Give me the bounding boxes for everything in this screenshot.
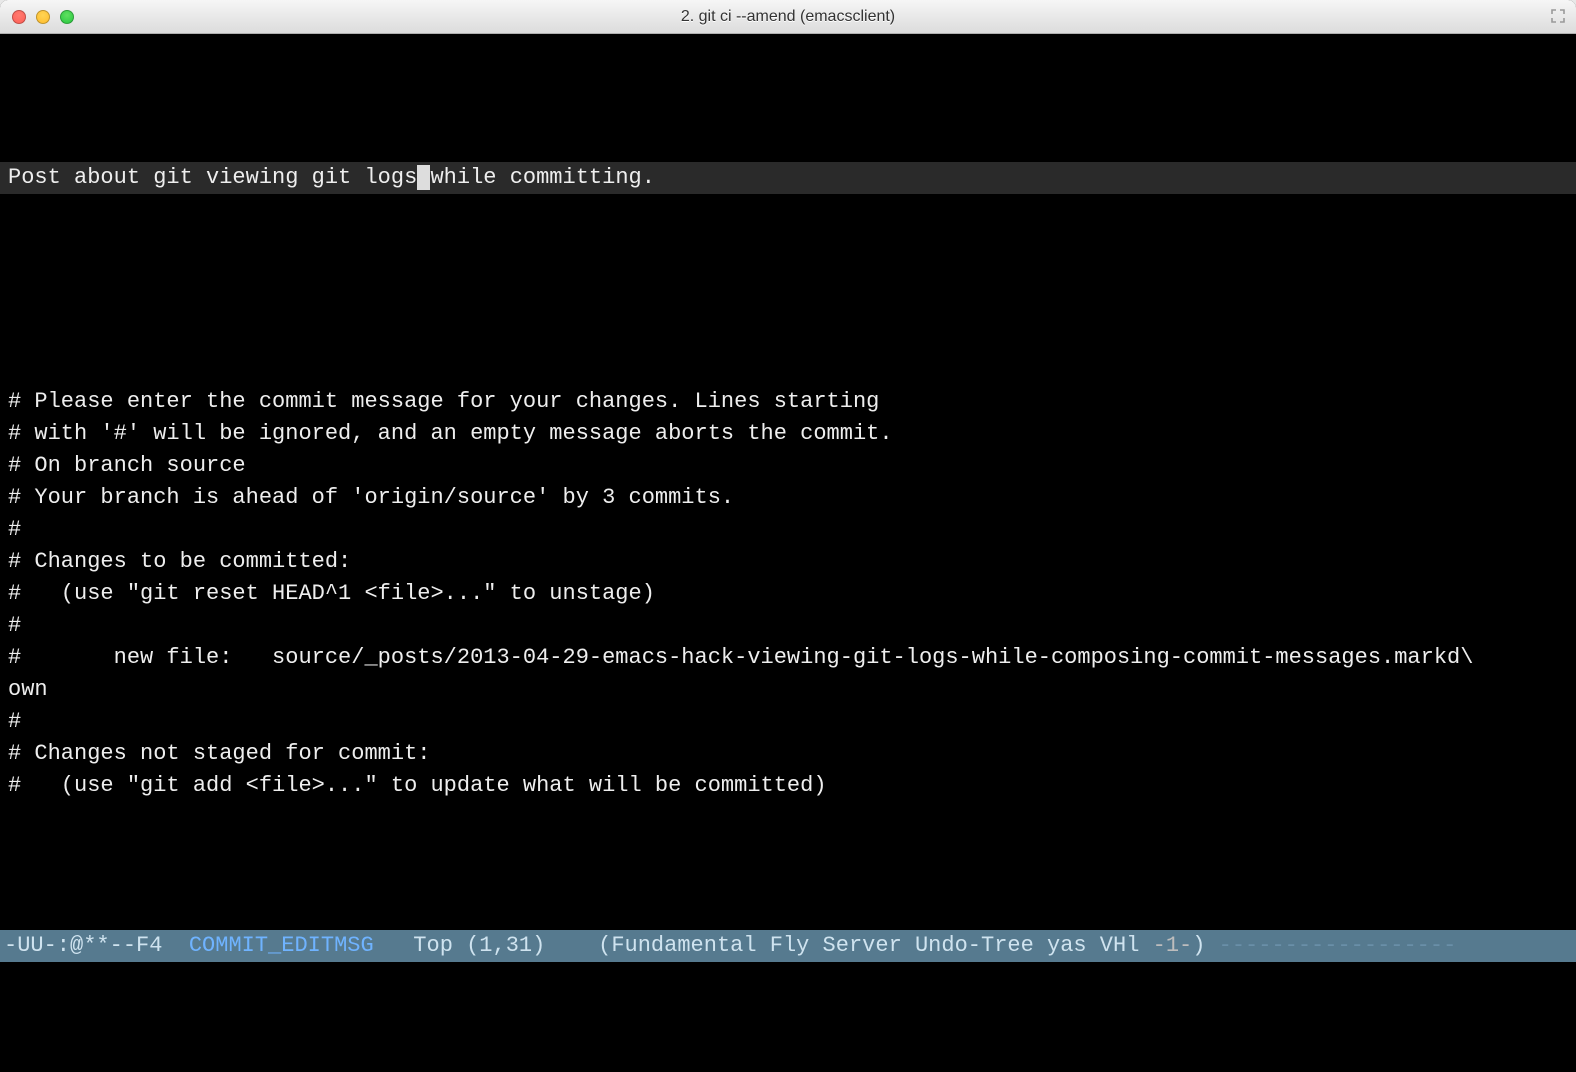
comment-line[interactable]: # xyxy=(0,706,1576,738)
modeline-info: Top (1,31) (Fundamental Fly Server Undo-… xyxy=(374,933,1153,958)
blank-line[interactable] xyxy=(0,258,1576,290)
terminal-area[interactable]: Post about git viewing git logs while co… xyxy=(0,34,1576,1072)
modeline-frame-number: -1- xyxy=(1153,933,1193,958)
comment-line[interactable]: # On branch source xyxy=(0,450,1576,482)
modeline-status: -UU-:@**--F4 xyxy=(4,933,189,958)
window-controls xyxy=(12,10,74,24)
comment-line[interactable]: # new file: source/_posts/2013-04-29-ema… xyxy=(0,642,1576,674)
commit-message-line[interactable]: Post about git viewing git logs while co… xyxy=(0,162,1576,194)
close-icon[interactable] xyxy=(12,10,26,24)
comment-line[interactable]: # Changes not staged for commit: xyxy=(0,738,1576,770)
comment-line[interactable]: # with '#' will be ignored, and an empty… xyxy=(0,418,1576,450)
commit-msg-after-cursor: while committing. xyxy=(430,165,654,190)
comment-line[interactable]: # xyxy=(0,514,1576,546)
comment-line[interactable]: own xyxy=(0,674,1576,706)
modeline-top[interactable]: -UU-:@**--F4 COMMIT_EDITMSG Top (1,31) (… xyxy=(0,930,1576,962)
minimize-icon[interactable] xyxy=(36,10,50,24)
commit-msg-before-cursor: Post about git viewing git logs xyxy=(8,165,417,190)
fullscreen-icon[interactable] xyxy=(1550,8,1566,24)
titlebar[interactable]: 2. git ci --amend (emacsclient) xyxy=(0,0,1576,34)
emacs-window: 2. git ci --amend (emacsclient) Post abo… xyxy=(0,0,1576,1072)
comment-line[interactable]: # Your branch is ahead of 'origin/source… xyxy=(0,482,1576,514)
modeline-buffer-name: COMMIT_EDITMSG xyxy=(189,933,374,958)
comment-line[interactable]: # Please enter the commit message for yo… xyxy=(0,386,1576,418)
zoom-icon[interactable] xyxy=(60,10,74,24)
comment-line[interactable]: # xyxy=(0,610,1576,642)
modeline-close-paren: ) xyxy=(1192,933,1218,958)
comment-line[interactable]: # (use "git reset HEAD^1 <file>..." to u… xyxy=(0,578,1576,610)
window-title: 2. git ci --amend (emacsclient) xyxy=(0,8,1576,26)
text-cursor xyxy=(417,165,430,190)
comment-line[interactable]: # Changes to be committed: xyxy=(0,546,1576,578)
comment-line[interactable]: # (use "git add <file>..." to update wha… xyxy=(0,770,1576,802)
modeline-dash: ------------------ xyxy=(1219,933,1457,958)
